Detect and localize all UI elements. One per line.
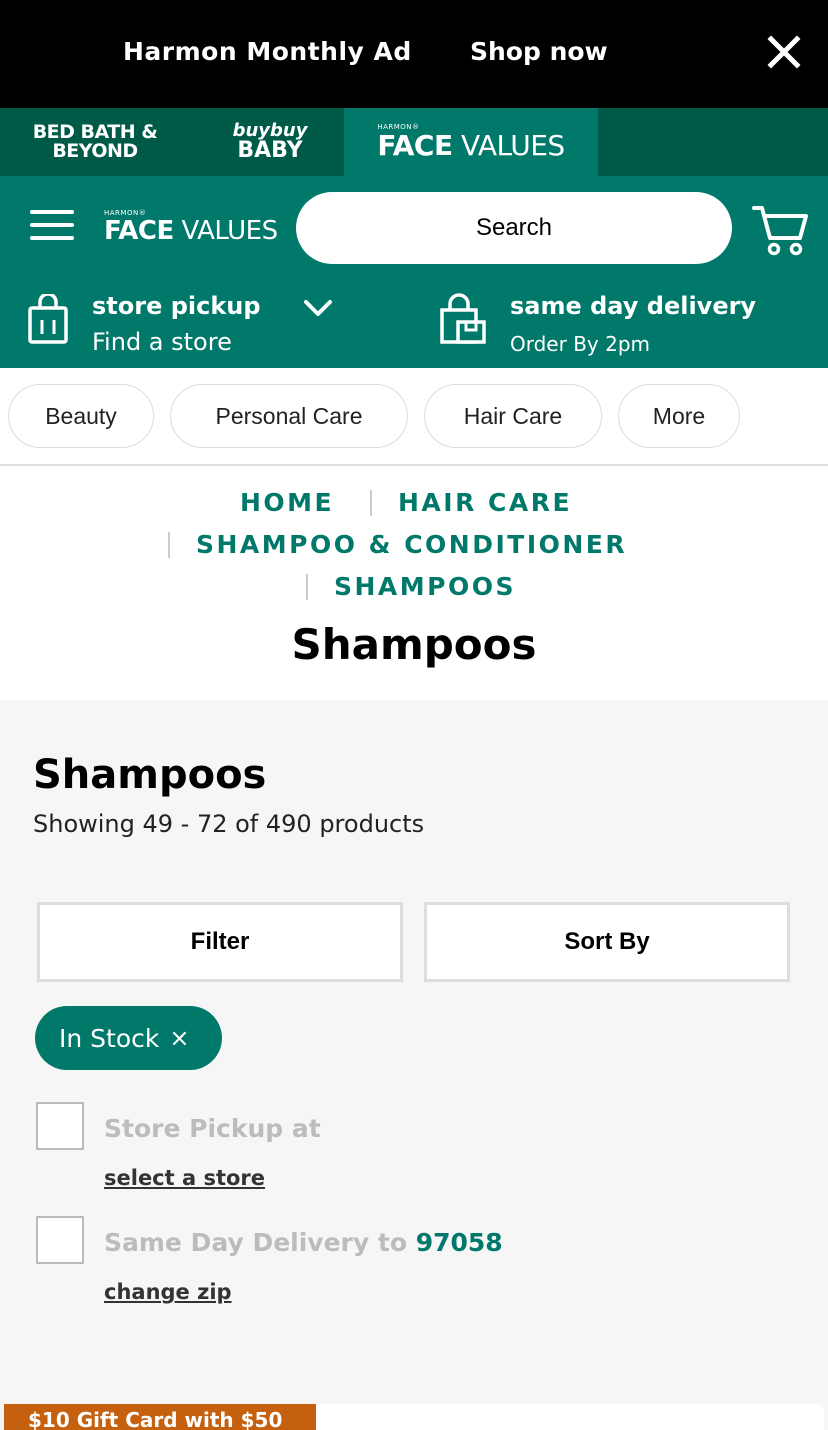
same-day-delivery-info: same day delivery Order By 2pm [436, 284, 816, 364]
fv-tab-bold: FACE [377, 129, 453, 162]
category-chip-hair-care[interactable]: Hair Care [424, 384, 602, 448]
delivery-bag-icon [440, 293, 486, 344]
bbb-logo-line2: BEYOND [52, 140, 138, 162]
page-title: Shampoos [291, 620, 537, 669]
hamburger-menu-icon[interactable] [30, 210, 76, 246]
store-pickup-checkbox[interactable] [36, 1102, 84, 1150]
results-count: Showing 49 - 72 of 490 products [33, 810, 425, 838]
delivery-title: same day delivery [510, 292, 757, 320]
shop-now-link[interactable]: Shop now [470, 37, 608, 66]
category-chip-personal-care[interactable]: Personal Care [170, 384, 408, 448]
remove-filter-icon[interactable]: × [169, 1024, 189, 1052]
change-zip-link[interactable]: change zip [104, 1280, 232, 1304]
baby-logo-line2: BABY [237, 138, 303, 163]
delivery-zip: 97058 [415, 1228, 503, 1257]
breadcrumb: HOME HAIR CARE SHAMPOO & CONDITIONER SHA… [0, 466, 828, 700]
promo-banner: Harmon Monthly Ad Shop now [0, 0, 828, 108]
select-store-link[interactable]: select a store [104, 1166, 265, 1190]
logo-light: VALUES [173, 216, 279, 246]
delivery-cutoff: Order By 2pm [510, 332, 651, 356]
buybuy-baby-logo[interactable]: buybuy BABY [205, 108, 335, 176]
store-pickup-selector[interactable]: store pickup Find a store [24, 284, 384, 364]
logo-bold: FACE [104, 216, 174, 246]
breadcrumb-home[interactable]: HOME [240, 488, 334, 517]
category-chip-beauty[interactable]: Beauty [8, 384, 154, 448]
store-pickup-label: Store Pickup at [104, 1114, 321, 1143]
breadcrumb-separator [306, 574, 308, 600]
cart-icon[interactable] [752, 204, 808, 256]
face-values-logo-tab[interactable]: HARMON® FACE VALUES [344, 108, 598, 176]
site-header: HARMON® FACE VALUES store pickup Find a … [0, 176, 828, 368]
breadcrumb-shampoos[interactable]: SHAMPOOS [334, 572, 516, 601]
category-nav: Beauty Personal Care Hair Care More [0, 368, 828, 466]
same-day-delivery-checkbox[interactable] [36, 1216, 84, 1264]
bed-bath-beyond-logo[interactable]: BED BATH & BEYOND [20, 108, 170, 176]
same-day-delivery-label: Same Day Delivery to 97058 [104, 1228, 503, 1257]
find-store-text: Find a store [92, 328, 232, 356]
promo-badge: $10 Gift Card with $50 [4, 1404, 316, 1430]
breadcrumb-shampoo-conditioner[interactable]: SHAMPOO & CONDITIONER [196, 530, 627, 559]
face-values-logo[interactable]: HARMON® FACE VALUES [104, 210, 279, 246]
filter-button[interactable]: Filter [37, 902, 403, 982]
category-chip-more[interactable]: More [618, 384, 740, 448]
in-stock-filter-chip[interactable]: In Stock × [35, 1006, 222, 1070]
fv-tab-light: VALUES [452, 129, 565, 162]
breadcrumb-separator [168, 532, 170, 558]
results-title: Shampoos [33, 752, 267, 798]
close-icon[interactable] [762, 30, 806, 74]
promo-title: Harmon Monthly Ad [123, 37, 412, 66]
search-input[interactable] [296, 192, 732, 264]
chevron-down-icon [304, 300, 332, 316]
sort-by-button[interactable]: Sort By [424, 902, 790, 982]
breadcrumb-separator [370, 490, 372, 516]
store-pickup-title: store pickup [92, 292, 261, 320]
breadcrumb-hair-care[interactable]: HAIR CARE [398, 488, 572, 517]
delivery-label-text: Same Day Delivery to [104, 1228, 416, 1257]
brand-bar: BED BATH & BEYOND buybuy BABY HARMON® FA… [0, 108, 828, 176]
in-stock-label: In Stock [59, 1023, 160, 1053]
store-bag-icon [28, 294, 68, 344]
